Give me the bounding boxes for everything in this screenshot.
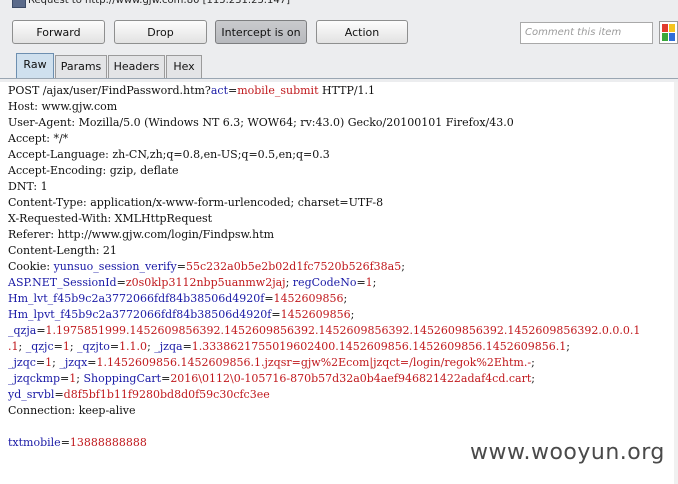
tab-raw[interactable]: Raw (16, 53, 54, 78)
header-content-length: Content-Length: 21 (8, 244, 117, 257)
tab-headers[interactable]: Headers (108, 55, 165, 78)
header-content-type: Content-Type: application/x-www-form-url… (8, 196, 384, 209)
header-x-requested-with: X-Requested-With: XMLHttpRequest (8, 212, 213, 225)
header-user-agent: User-Agent: Mozilla/5.0 (Windows NT 6.3;… (8, 116, 514, 129)
cookie-line: _qzja=1.1975851999.1452609856392.1452609… (8, 324, 641, 337)
drop-button[interactable]: Drop (114, 20, 207, 44)
cookie-line: yd_srvbl=d8f5bf1b11f9280bd8d0f59c30cfc3e… (8, 388, 270, 401)
header-connection: Connection: keep-alive (8, 404, 136, 417)
tab-divider (0, 78, 678, 79)
cookie-line: _jzqckmp=1; ShoppingCart=2016\0112\0-105… (8, 372, 535, 385)
request-icon (12, 0, 26, 8)
cookie-line: Hm_lpvt_f45b9c2a3772066fdf84b38506d4920f… (8, 308, 355, 321)
comment-field[interactable]: Comment this item (520, 22, 653, 44)
request-body: txtmobile=13888888888 (8, 436, 147, 449)
tab-params[interactable]: Params (55, 55, 107, 78)
cookie-line: Hm_lvt_f45b9c2a3772066fdf84b38506d4920f=… (8, 292, 348, 305)
tab-hex[interactable]: Hex (166, 55, 202, 78)
header-accept-encoding: Accept-Encoding: gzip, deflate (8, 164, 179, 177)
header-accept-language: Accept-Language: zh-CN,zh;q=0.8,en-US;q=… (8, 148, 330, 161)
highlight-color-icon[interactable] (659, 21, 678, 44)
action-button[interactable]: Action (316, 20, 408, 44)
header-cookie: Cookie: yunsuo_session_verify=55c232a0b5… (8, 260, 405, 273)
cookie-line: _jzqc=1; _jzqx=1.1452609856.1452609856.1… (8, 356, 535, 369)
header-referer: Referer: http://www.gjw.com/login/Findps… (8, 228, 275, 241)
editor-scrollbar[interactable] (674, 82, 678, 484)
header-dnt: DNT: 1 (8, 180, 48, 193)
header-host: Host: www.gjw.com (8, 100, 118, 113)
top-toolbar: Request to http://www.gjw.com:80 [115.23… (0, 0, 678, 82)
forward-button[interactable]: Forward (12, 20, 105, 44)
cookie-line: .1; _qzjc=1; _qzjto=1.1.0; _jzqa=1.33386… (8, 340, 570, 353)
request-line: POST /ajax/user/FindPassword.htm?act=mob… (8, 84, 376, 97)
watermark: www.wooyun.org (470, 440, 665, 465)
header-accept: Accept: */* (8, 132, 69, 145)
request-title: Request to http://www.gjw.com:80 [115.23… (28, 0, 290, 6)
intercept-toggle-button[interactable]: Intercept is on (215, 20, 307, 44)
cookie-line: ASP.NET_SessionId=z0s0klp3112nbp5uanmw2j… (8, 276, 377, 289)
